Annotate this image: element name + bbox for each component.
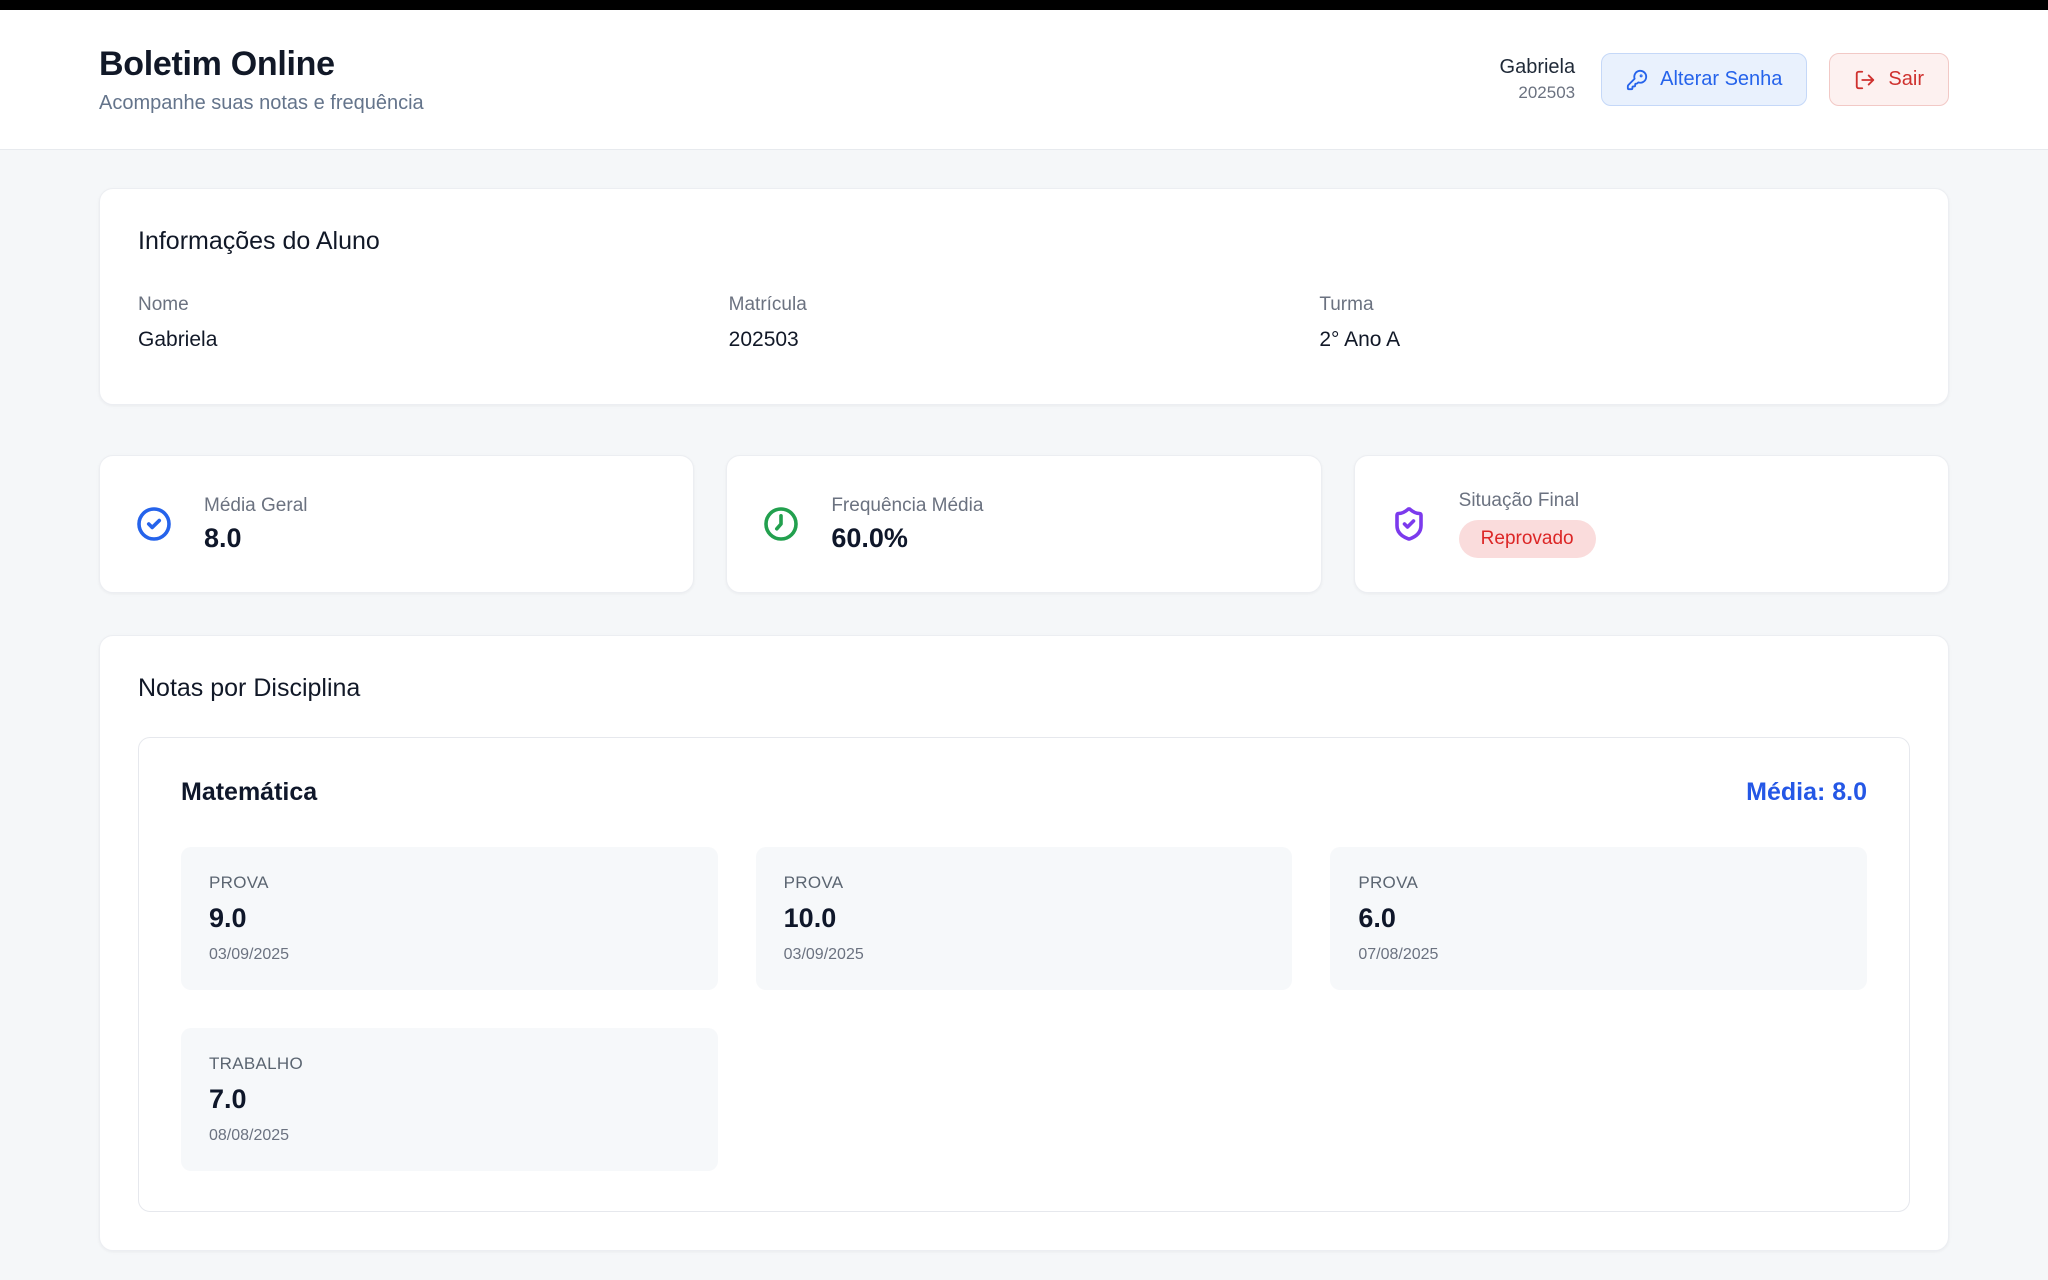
subject-name: Matemática <box>181 778 317 807</box>
clock-icon <box>763 506 799 542</box>
field-label: Matrícula <box>729 294 1320 316</box>
stat-value: 60.0% <box>831 523 983 554</box>
stats-row: Média Geral 8.0 Frequência Média 60.0% <box>99 455 1949 593</box>
grade-type: PROVA <box>1358 873 1839 893</box>
user-id: 202503 <box>1500 83 1576 103</box>
stat-label: Frequência Média <box>831 495 983 517</box>
grades-section-card: Notas por Disciplina Matemática Média: 8… <box>99 635 1949 1251</box>
grade-card: PROVA 10.0 03/09/2025 <box>756 847 1293 990</box>
field-value: Gabriela <box>138 328 729 352</box>
grade-score: 6.0 <box>1358 903 1839 934</box>
status-badge: Reprovado <box>1459 520 1596 558</box>
grade-date: 03/09/2025 <box>784 946 1265 964</box>
info-field-nome: Nome Gabriela <box>138 294 729 352</box>
field-value: 2° Ano A <box>1319 328 1910 352</box>
logout-icon <box>1854 69 1876 91</box>
shield-check-icon <box>1391 506 1427 542</box>
subject-average: Média: 8.0 <box>1746 778 1867 807</box>
grade-score: 9.0 <box>209 903 690 934</box>
logout-label: Sair <box>1888 68 1924 91</box>
stat-card-media-geral: Média Geral 8.0 <box>99 455 694 593</box>
app-header: Boletim Online Acompanhe suas notas e fr… <box>0 10 2048 150</box>
grade-score: 10.0 <box>784 903 1265 934</box>
user-info: Gabriela 202503 <box>1500 56 1576 103</box>
grades-section-title: Notas por Disciplina <box>138 674 1910 703</box>
subject-card-matematica: Matemática Média: 8.0 PROVA 9.0 03/09/20… <box>138 737 1910 1212</box>
stat-card-frequencia-media: Frequência Média 60.0% <box>726 455 1321 593</box>
user-name: Gabriela <box>1500 56 1576 79</box>
key-icon <box>1626 69 1648 91</box>
stat-label: Média Geral <box>204 495 308 517</box>
stat-label: Situação Final <box>1459 490 1596 512</box>
main-content: Informações do Aluno Nome Gabriela Matrí… <box>99 188 1949 1280</box>
info-field-turma: Turma 2° Ano A <box>1319 294 1910 352</box>
stat-value: 8.0 <box>204 523 308 554</box>
grade-type: TRABALHO <box>209 1054 690 1074</box>
stat-card-situacao-final: Situação Final Reprovado <box>1354 455 1949 593</box>
grades-grid: PROVA 9.0 03/09/2025 PROVA 10.0 03/09/20… <box>181 847 1867 1171</box>
page-title: Boletim Online <box>99 45 424 84</box>
app-branding: Boletim Online Acompanhe suas notas e fr… <box>99 45 424 115</box>
grade-date: 07/08/2025 <box>1358 946 1839 964</box>
change-password-label: Alterar Senha <box>1660 68 1782 91</box>
field-label: Turma <box>1319 294 1910 316</box>
grade-score: 7.0 <box>209 1084 690 1115</box>
check-circle-icon <box>136 506 172 542</box>
student-info-card: Informações do Aluno Nome Gabriela Matrí… <box>99 188 1949 405</box>
window-top-strip <box>0 0 2048 10</box>
change-password-button[interactable]: Alterar Senha <box>1601 53 1807 106</box>
grade-date: 08/08/2025 <box>209 1127 690 1145</box>
grade-type: PROVA <box>784 873 1265 893</box>
grade-card: PROVA 9.0 03/09/2025 <box>181 847 718 990</box>
grade-date: 03/09/2025 <box>209 946 690 964</box>
field-label: Nome <box>138 294 729 316</box>
grade-card: TRABALHO 7.0 08/08/2025 <box>181 1028 718 1171</box>
student-info-title: Informações do Aluno <box>138 227 1910 256</box>
info-field-matricula: Matrícula 202503 <box>729 294 1320 352</box>
grade-type: PROVA <box>209 873 690 893</box>
page-subtitle: Acompanhe suas notas e frequência <box>99 92 424 115</box>
field-value: 202503 <box>729 328 1320 352</box>
logout-button[interactable]: Sair <box>1829 53 1949 106</box>
grade-card: PROVA 6.0 07/08/2025 <box>1330 847 1867 990</box>
